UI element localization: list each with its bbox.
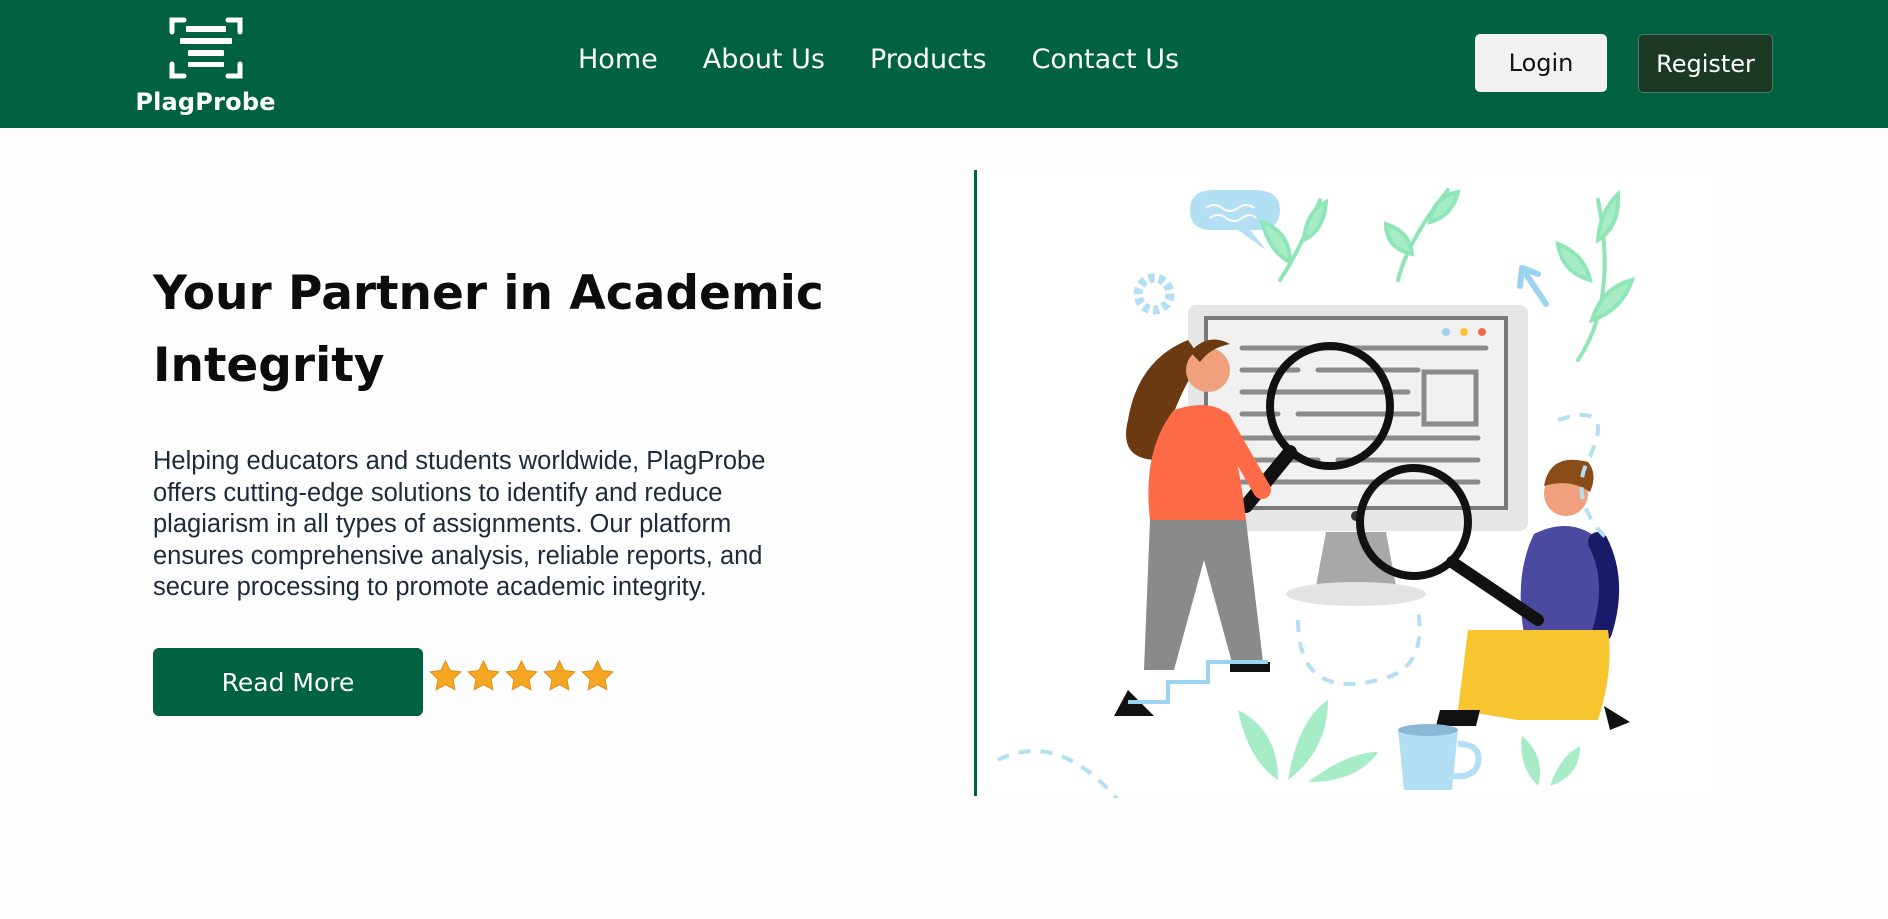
rating-stars [427, 658, 616, 695]
nav-link-products[interactable]: Products [870, 44, 987, 75]
nav-link-contact-us[interactable]: Contact Us [1032, 44, 1179, 75]
hero-title: Your Partner in Academic Integrity [153, 266, 824, 393]
top-navbar: PlagProbe Home About Us Products Contact… [0, 0, 1888, 128]
hero-illustration [978, 170, 1713, 802]
star-icon [429, 659, 462, 691]
star-icon [543, 659, 576, 691]
login-button[interactable]: Login [1475, 34, 1607, 92]
star-icon [581, 659, 614, 691]
document-scan-icon [169, 17, 242, 79]
star-icon [505, 659, 538, 691]
plagiarism-check-illustration [997, 188, 1636, 802]
hero-description: Helping educators and students worldwide… [153, 447, 766, 601]
nav-link-about-us[interactable]: About Us [703, 44, 825, 75]
read-more-button[interactable]: Read More [153, 648, 423, 716]
register-button[interactable]: Register [1638, 34, 1773, 93]
star-icon [467, 659, 500, 691]
main-nav: Home About Us Products Contact Us [578, 44, 1179, 75]
brand-logo[interactable]: PlagProbe [133, 14, 278, 118]
brand-name: PlagProbe [135, 88, 276, 116]
hero-divider [974, 170, 977, 796]
nav-link-home[interactable]: Home [578, 44, 658, 75]
